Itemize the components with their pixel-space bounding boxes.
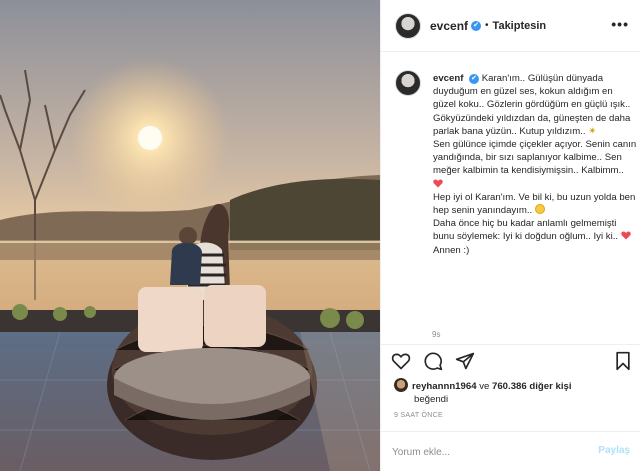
caption-username[interactable]: evcenf: [433, 73, 463, 84]
add-comment-bar: Paylaş: [380, 431, 640, 471]
caption-avatar[interactable]: [395, 70, 421, 96]
liker-avatar[interactable]: [394, 378, 408, 392]
photo-illustration: [0, 0, 380, 471]
first-liker-username[interactable]: reyhannn1964: [412, 381, 477, 392]
caption-line-3: Sen gülünce içimde çiçekler açıyor. Seni…: [433, 139, 637, 177]
header-username[interactable]: evcenf: [430, 19, 468, 33]
user-avatar[interactable]: [395, 12, 421, 39]
red-heart-emoji-icon: [433, 179, 443, 188]
caption-verified-badge-icon: ✔: [469, 74, 480, 84]
other-likes-count[interactable]: 760.386 diğer kişi: [492, 381, 571, 392]
caption-line-2: Gökyüzündeki yıldızdan da, güneşten de d…: [433, 112, 631, 137]
caption-line-5: Daha önce hiç bu kadar anlamlı gelmemişt…: [433, 218, 619, 243]
more-options-icon[interactable]: •••: [611, 16, 629, 32]
liked-text: beğendi: [414, 394, 449, 405]
caption-text: evcenf ✔ Karan'ım.. Gülüşün dünyada duyd…: [433, 72, 637, 257]
post-comment-button[interactable]: Paylaş: [598, 445, 630, 456]
caption-timestamp[interactable]: 9s: [432, 330, 440, 339]
post-header: evcenf ✔ • Takiptesin •••: [381, 0, 640, 52]
heart-outline-icon[interactable]: [391, 351, 411, 371]
separator-dot: •: [485, 20, 489, 31]
comment-input[interactable]: [392, 442, 572, 462]
likes-summary: reyhannn1964 ve 760.386 diğer kişi beğen…: [394, 378, 634, 406]
caption-line-6: Annen :): [433, 244, 470, 256]
follow-status-button[interactable]: Takiptesin: [493, 20, 547, 32]
bookmark-icon[interactable]: [613, 351, 633, 371]
post-photo[interactable]: [0, 0, 380, 471]
verified-badge-icon: ✔: [471, 20, 482, 31]
smile-emoji-icon: [534, 204, 545, 215]
post-time-ago[interactable]: 9 SAAT ÖNCE: [394, 412, 443, 419]
caption-line-4: Hep iyi ol Karan'ım. Ve bil ki, bu uzun …: [433, 191, 636, 217]
likes-connector: ve: [479, 381, 490, 392]
action-bar: [380, 344, 640, 378]
caption-line-1: Karan'ım.. Gülüşün dünyada duyduğum en g…: [433, 73, 631, 111]
red-heart-emoji-icon: [620, 231, 631, 240]
comment-bubble-icon[interactable]: [423, 351, 443, 371]
paper-plane-icon[interactable]: [455, 351, 475, 371]
sparkle-star-icon: ✴: [588, 125, 597, 137]
